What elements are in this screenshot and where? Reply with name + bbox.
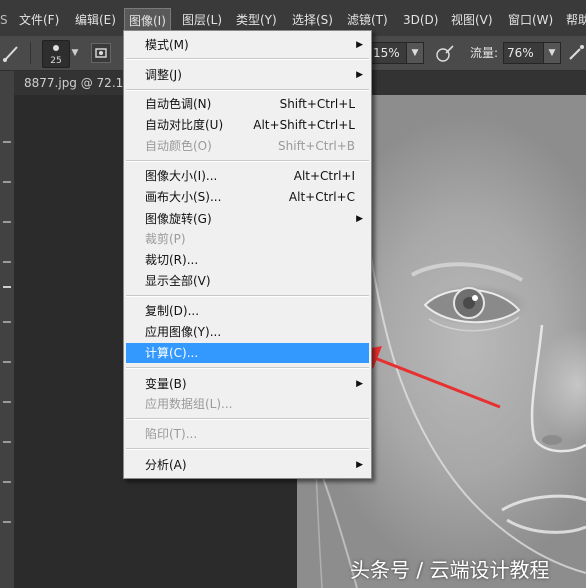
menu-item-analysis[interactable]: 分析(A) ▶ xyxy=(126,455,369,475)
watermark: 头条号 / 云端设计教程 xyxy=(350,558,550,582)
menu-item-duplicate[interactable]: 复制(D)... xyxy=(126,301,369,321)
submenu-arrow-icon: ▶ xyxy=(356,460,363,470)
menu-item-reveal-all[interactable]: 显示全部(V) xyxy=(126,271,369,291)
menu-item-apply-data-set: 应用数据组(L)... xyxy=(145,397,233,411)
menu-item-image-size[interactable]: 图像大小(I)... Alt+Ctrl+I xyxy=(126,166,369,186)
menu-item-calculations[interactable]: 计算(C)... xyxy=(126,343,369,363)
menu-item-mode[interactable]: 模式(M) ▶ xyxy=(126,35,369,55)
menu-item-adjustments[interactable]: 调整(J) ▶ xyxy=(126,65,369,85)
menu-item-canvas-size[interactable]: 画布大小(S)... Alt+Ctrl+C xyxy=(126,187,369,207)
menu-item-variables[interactable]: 变量(B) ▶ xyxy=(126,374,369,394)
menu-item-image-rotation[interactable]: 图像旋转(G) ▶ xyxy=(126,209,369,229)
submenu-arrow-icon: ▶ xyxy=(356,70,363,80)
image-menu-dropdown: 模式(M) ▶ 调整(J) ▶ 自动色调(N) Shift+Ctrl+L 自动对比度(… xyxy=(123,30,372,479)
menu-item-trim[interactable]: 裁切(R)... xyxy=(126,250,369,270)
menu-item-apply-image[interactable]: 应用图像(Y)... xyxy=(126,322,369,342)
menu-item-auto-contrast[interactable]: 自动对比度(U) Alt+Shift+Ctrl+L xyxy=(126,115,369,135)
menu-item-trap: 陷印(T)... xyxy=(145,427,198,441)
submenu-arrow-icon: ▶ xyxy=(356,379,363,389)
submenu-arrow-icon: ▶ xyxy=(356,40,363,50)
submenu-arrow-icon: ▶ xyxy=(356,214,363,224)
menu-item-auto-tone[interactable]: 自动色调(N) Shift+Ctrl+L xyxy=(126,94,369,114)
menu-item-auto-color: 自动颜色(O) Shift+Ctrl+B xyxy=(145,139,355,153)
menu-item-crop: 裁剪(P) xyxy=(145,232,186,246)
